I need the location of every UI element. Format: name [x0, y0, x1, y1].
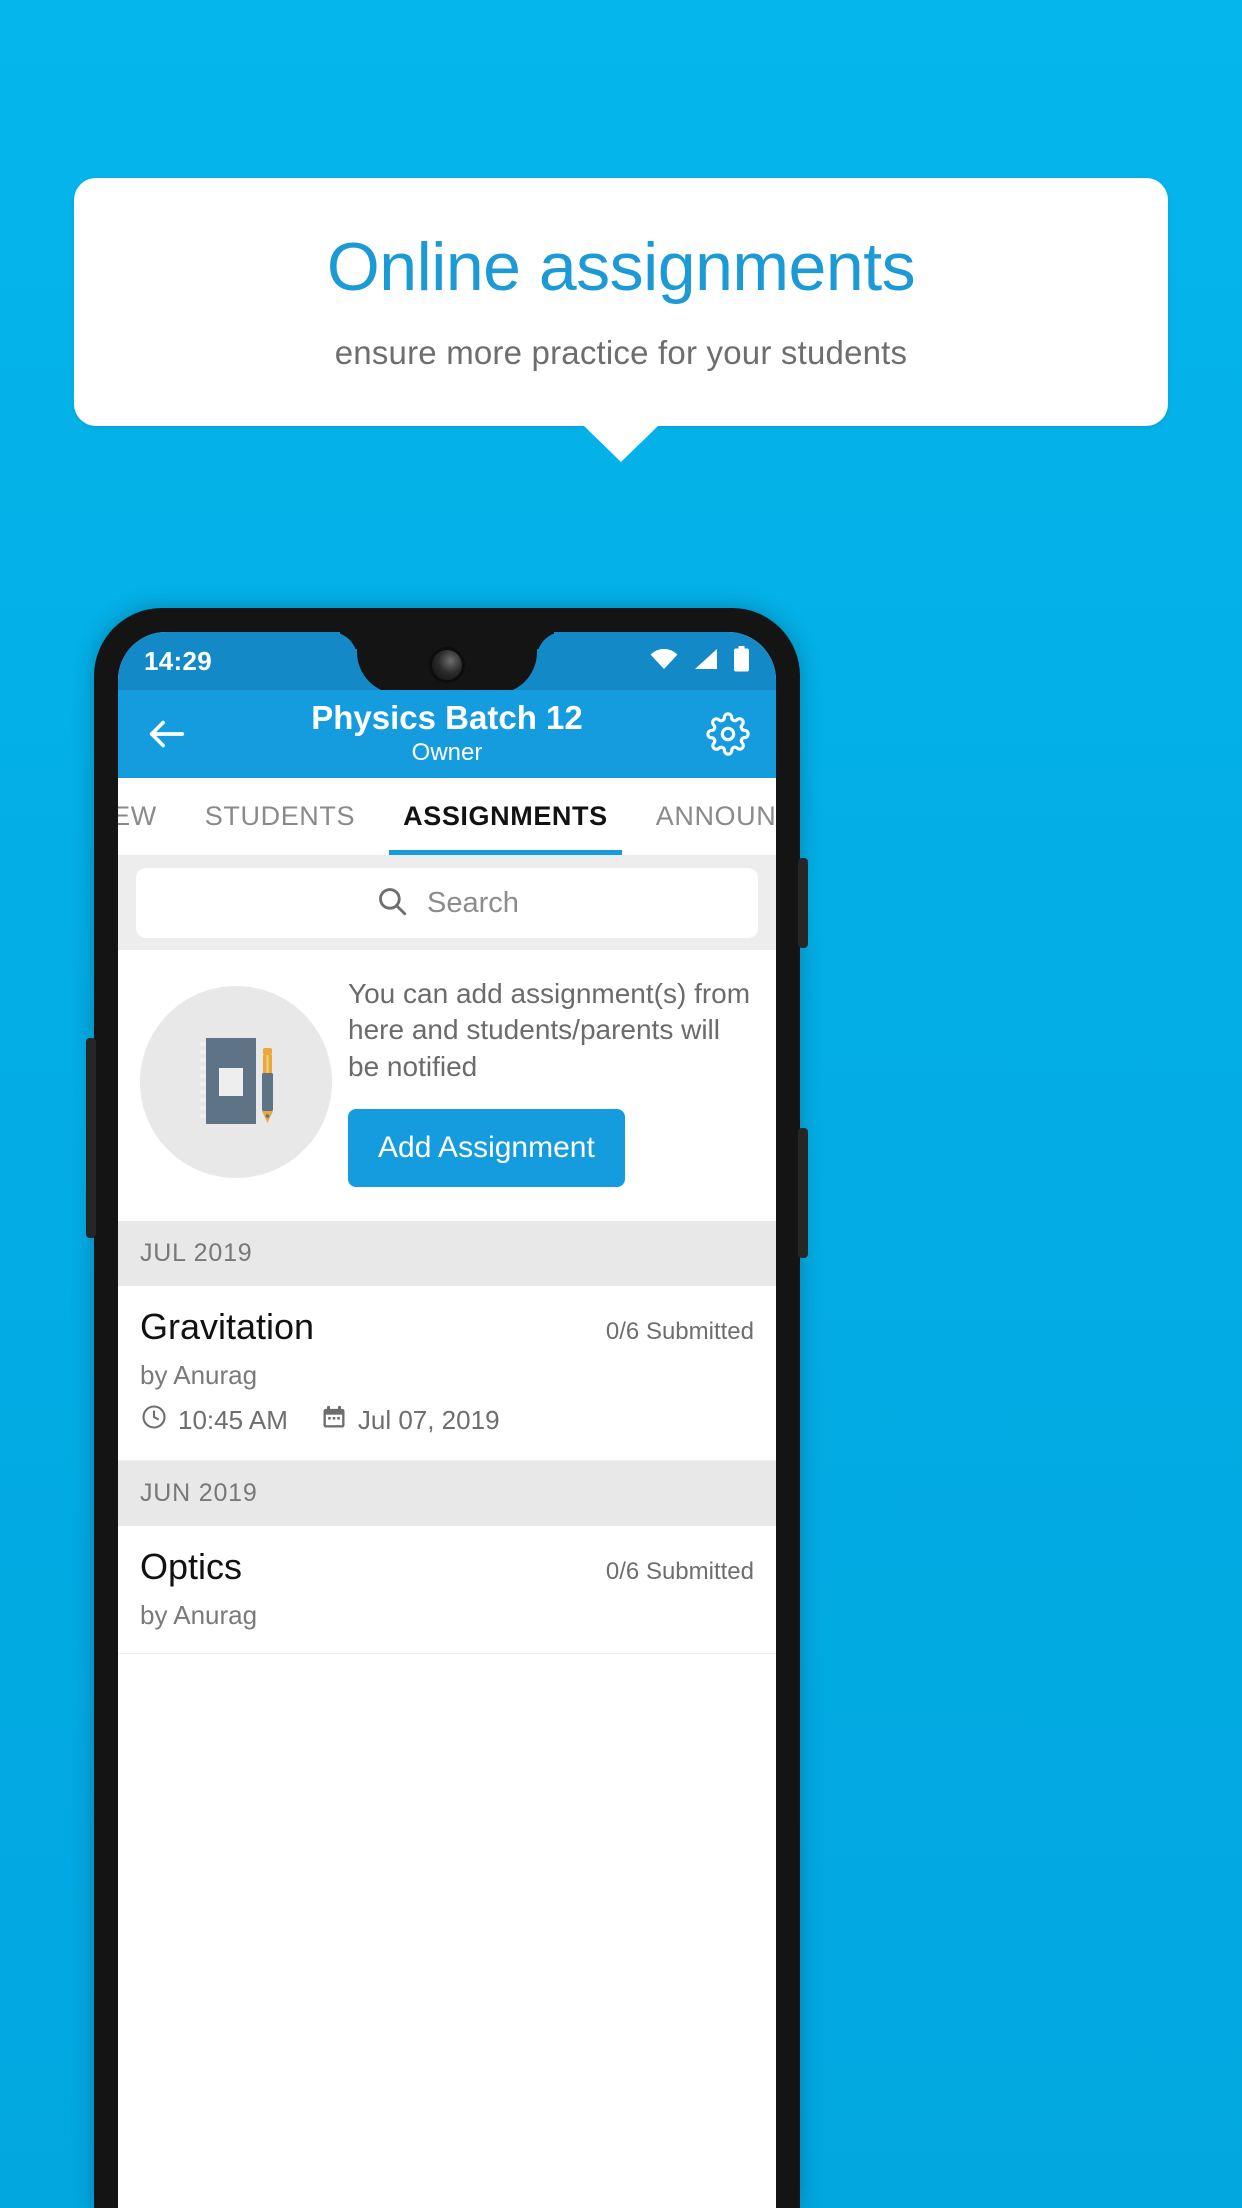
search-bar-container: Search	[118, 856, 776, 950]
assignment-row-optics[interactable]: Optics 0/6 Submitted by Anurag	[118, 1526, 776, 1655]
clock-icon	[140, 1403, 168, 1438]
front-camera	[432, 650, 462, 680]
month-header-jun: JUN 2019	[118, 1461, 776, 1527]
assignment-row-header: Optics 0/6 Submitted	[140, 1546, 754, 1588]
tab-students[interactable]: STUDENTS	[181, 778, 379, 855]
app-bar-title-block: Physics Batch 12 Owner	[118, 690, 776, 778]
page-title: Physics Batch 12	[311, 698, 583, 736]
search-placeholder-text: Search	[427, 886, 519, 919]
assignment-author: by Anurag	[140, 1360, 258, 1391]
assignment-date: Jul 07, 2019	[357, 1405, 500, 1436]
notebook-pen-icon	[140, 985, 332, 1178]
empty-state-panel: You can add assignment(s) from here and …	[118, 950, 776, 1222]
phone-volume-up-button[interactable]	[798, 858, 808, 948]
assignment-submitted-count: 0/6 Submitted	[605, 1558, 754, 1586]
promo-callout-bubble: Online assignments ensure more practice …	[74, 178, 1168, 426]
promo-subtitle: ensure more practice for your students	[334, 333, 908, 371]
tab-bar: IEW STUDENTS ASSIGNMENTS ANNOUNCEM	[118, 778, 776, 856]
month-header-jul: JUL 2019	[118, 1221, 776, 1287]
empty-state-content: You can add assignment(s) from here and …	[348, 976, 754, 1188]
search-input[interactable]: Search	[136, 868, 758, 938]
assignment-title: Gravitation	[140, 1306, 315, 1348]
calendar-icon	[320, 1403, 348, 1438]
page-subtitle: Owner	[411, 738, 483, 766]
assignment-author: by Anurag	[140, 1600, 258, 1631]
app-bar: Physics Batch 12 Owner	[118, 690, 776, 778]
phone-device-frame: 14:29 Physics Batch 12 Owner W STUDENTS …	[86, 608, 808, 2208]
tab-assignments[interactable]: ASSIGNMENTS	[379, 778, 632, 855]
status-bar-clock: 14:29	[144, 645, 212, 676]
assignment-row-header: Gravitation 0/6 Submitted	[140, 1306, 754, 1348]
assignment-time: 10:45 AM	[178, 1405, 288, 1436]
status-bar-icons	[649, 645, 750, 677]
assignment-submitted-count: 0/6 Submitted	[605, 1318, 754, 1346]
empty-state-message: You can add assignment(s) from here and …	[348, 978, 751, 1082]
phone-volume-down-button[interactable]	[86, 1038, 96, 1238]
wifi-icon	[649, 647, 679, 676]
assignment-meta: 10:45 AM Jul 07, 2019	[140, 1403, 754, 1438]
tab-announcements[interactable]: ANNOUNCEM	[632, 778, 776, 855]
status-bar: 14:29	[118, 632, 776, 694]
display-notch	[357, 632, 537, 694]
assignment-row-gravitation[interactable]: Gravitation 0/6 Submitted by Anurag 10:4…	[118, 1286, 776, 1462]
battery-icon	[733, 645, 750, 677]
back-arrow-icon[interactable]	[144, 711, 190, 757]
phone-power-button[interactable]	[798, 1128, 808, 1258]
assignment-title: Optics	[140, 1546, 243, 1588]
promo-bubble-tail	[584, 426, 658, 462]
gear-icon[interactable]	[706, 712, 750, 756]
promo-title: Online assignments	[326, 229, 916, 306]
signal-icon	[693, 647, 719, 676]
phone-screen: 14:29 Physics Batch 12 Owner W STUDENTS …	[118, 632, 776, 2208]
add-assignment-button[interactable]: Add Assignment	[348, 1109, 625, 1188]
tab-overview[interactable]: IEW	[118, 778, 181, 855]
search-icon	[375, 884, 409, 923]
